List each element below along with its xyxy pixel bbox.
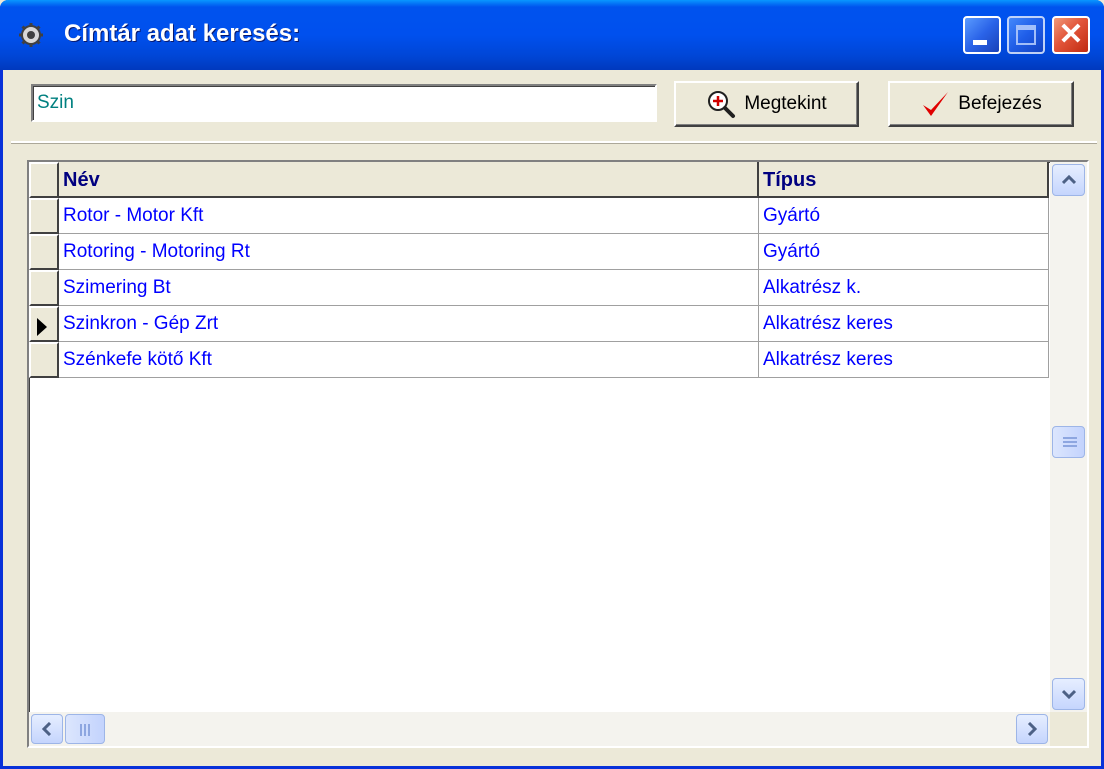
window-title: Címtár adat keresés: (64, 20, 301, 47)
cell-type[interactable]: Alkatrész keres (759, 306, 1049, 342)
chevron-left-icon (42, 722, 52, 736)
finish-button-label: Befejezés (958, 93, 1042, 114)
row-indicator[interactable] (29, 198, 59, 234)
finish-button[interactable]: Befejezés (888, 81, 1074, 127)
chevron-right-icon (1027, 722, 1037, 736)
cell-type[interactable]: Alkatrész k. (759, 270, 1049, 306)
magnifier-plus-icon (708, 91, 736, 118)
search-window: Címtár adat keresés: ✕ Megtekint Befej (0, 0, 1104, 769)
current-row-arrow-icon (37, 318, 47, 336)
cell-type[interactable]: Gyártó (759, 234, 1049, 270)
maximize-button[interactable] (1007, 16, 1045, 54)
row-indicator[interactable] (29, 342, 59, 378)
view-button[interactable]: Megtekint (674, 81, 859, 127)
cell-name[interactable]: Rotoring - Motoring Rt (59, 234, 759, 270)
chevron-down-icon (1061, 689, 1076, 699)
scrollbar-corner (1050, 712, 1087, 746)
vertical-scrollbar[interactable] (1050, 162, 1087, 712)
title-bar[interactable]: Címtár adat keresés: ✕ (0, 0, 1104, 70)
cell-name[interactable]: Szinkron - Gép Zrt (59, 306, 759, 342)
close-icon: ✕ (1058, 18, 1084, 51)
minimize-button[interactable] (963, 16, 1001, 54)
row-indicator-current[interactable] (29, 306, 59, 342)
horizontal-scroll-thumb[interactable] (65, 714, 105, 744)
cell-name[interactable]: Szimering Bt (59, 270, 759, 306)
header-indicator-cell (29, 162, 59, 198)
horizontal-scrollbar[interactable] (29, 712, 1050, 746)
scroll-down-button[interactable] (1052, 678, 1085, 710)
vertical-scroll-thumb[interactable] (1052, 426, 1085, 458)
scroll-up-button[interactable] (1052, 164, 1085, 196)
cell-name[interactable]: Szénkefe kötő Kft (59, 342, 759, 378)
scroll-right-button[interactable] (1016, 714, 1048, 744)
row-indicator[interactable] (29, 270, 59, 306)
row-indicator[interactable] (29, 234, 59, 270)
chevron-up-icon (1061, 175, 1076, 185)
search-input[interactable] (31, 84, 657, 122)
cell-type[interactable]: Gyártó (759, 198, 1049, 234)
scroll-left-button[interactable] (31, 714, 63, 744)
cell-name[interactable]: Rotor - Motor Kft (59, 198, 759, 234)
column-header-type[interactable]: Típus (759, 162, 1049, 198)
results-grid[interactable]: Név Típus Rotor - Motor Kft Gyártó Rotor… (27, 160, 1089, 748)
view-button-label: Megtekint (744, 93, 827, 114)
column-header-name[interactable]: Név (59, 162, 759, 198)
toolbar-panel: Megtekint Befejezés (11, 70, 1097, 143)
cell-type[interactable]: Alkatrész keres (759, 342, 1049, 378)
minimize-icon (973, 40, 987, 45)
close-button[interactable]: ✕ (1052, 16, 1090, 54)
gear-icon (19, 23, 43, 47)
maximize-icon (1016, 25, 1036, 45)
checkmark-icon (923, 92, 949, 116)
